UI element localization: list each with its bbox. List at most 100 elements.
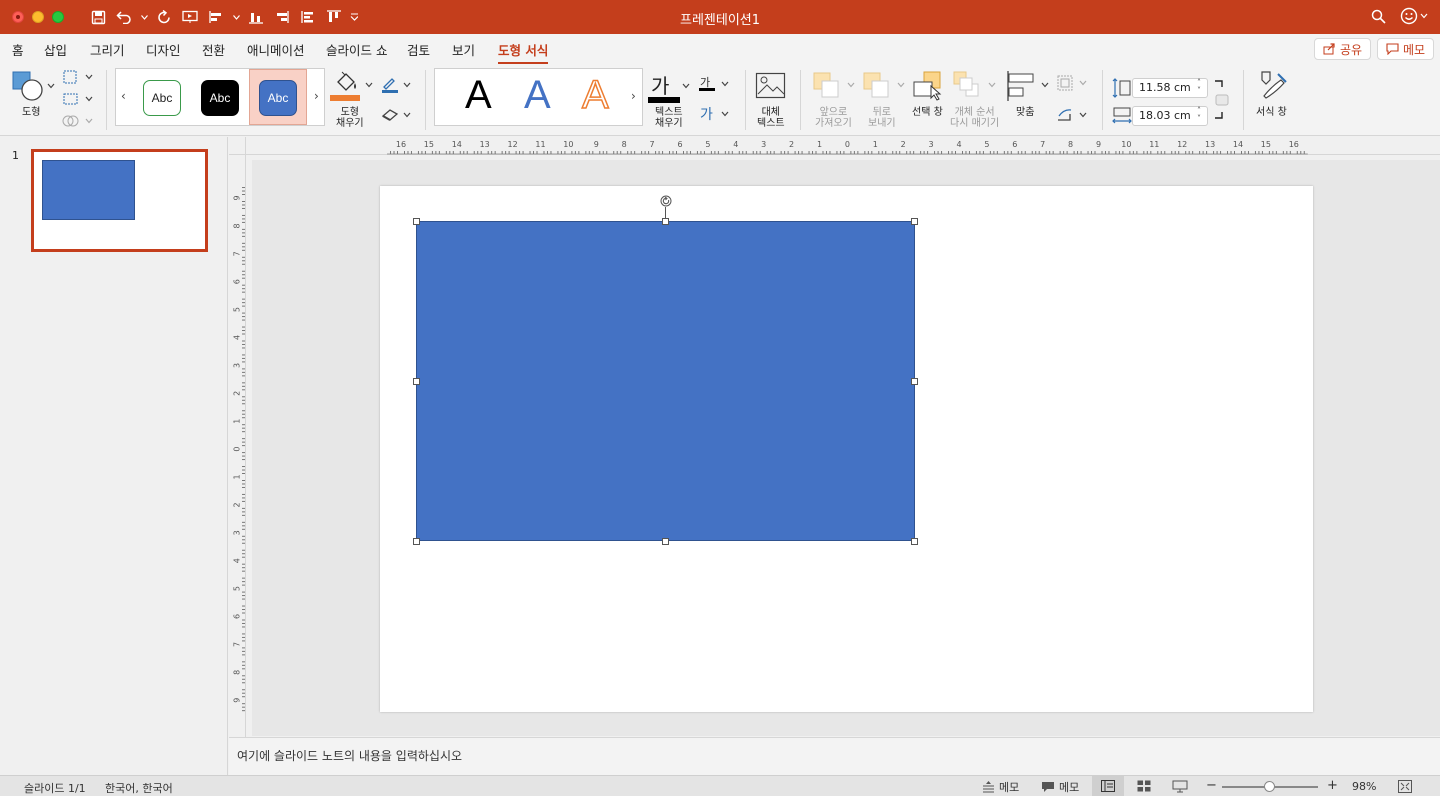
shape-effects-icon[interactable] <box>380 106 414 127</box>
tab-draw[interactable]: 그리기 <box>90 40 125 59</box>
ruler-tick-label: 12 <box>1177 140 1187 149</box>
ruler-tick-label: 2 <box>233 391 242 396</box>
zoom-out-button[interactable]: − <box>1206 778 1217 793</box>
reorder-objects-icon <box>952 70 1000 105</box>
tab-insert[interactable]: 삽입 <box>44 40 67 59</box>
notes-pane[interactable]: 여기에 슬라이드 노트의 내용을 입력하십시오 <box>229 737 1440 775</box>
alt-text-icon <box>755 72 786 99</box>
ruler-tick-label: 8 <box>1068 140 1073 149</box>
presenter-view-icon[interactable] <box>1172 780 1188 796</box>
merge-shapes-icon <box>62 114 94 131</box>
text-fill-glyph: 가 <box>651 74 670 98</box>
tab-slide-show[interactable]: 슬라이드 쇼 <box>326 40 387 59</box>
notes-icon <box>983 781 994 793</box>
title-bar: 프레젠테이션1 <box>0 0 1440 34</box>
gallery-prev-icon[interactable]: ‹ <box>121 89 126 103</box>
share-button[interactable]: 공유 <box>1314 38 1372 60</box>
rotate-handle-icon[interactable] <box>660 195 672 207</box>
wordart-style-blue[interactable]: A <box>524 73 551 118</box>
text-outline-icon[interactable]: 가 <box>698 74 732 97</box>
ruler-tick-label: 9 <box>594 140 599 149</box>
ruler-tick-label: 4 <box>956 140 961 149</box>
group-objects-icon <box>1056 74 1090 95</box>
resize-handle-right[interactable] <box>911 378 918 385</box>
gallery-next-icon[interactable]: › <box>314 89 319 103</box>
text-fill-dropdown-icon <box>682 83 690 89</box>
send-backward-icon <box>862 72 908 105</box>
comment-icon <box>1386 43 1399 55</box>
format-pane-button[interactable] <box>1256 70 1290 105</box>
shape-style-outline[interactable]: Abc <box>143 80 181 116</box>
shape-styles-gallery: ‹ Abc Abc Abc › <box>115 68 325 126</box>
tab-shape-format[interactable]: 도형 서식 <box>498 40 549 65</box>
account-smiley-icon[interactable] <box>1400 7 1428 28</box>
ruler-tick-label: 9 <box>233 698 242 703</box>
ruler-tick-label: 1 <box>233 474 242 479</box>
ruler-tick-label: 6 <box>233 279 242 284</box>
slide-thumbnail-pane: 1 <box>0 137 228 775</box>
comment-button[interactable]: 메모 <box>1377 38 1435 60</box>
shape-style-blue[interactable]: Abc <box>259 80 297 116</box>
shape-outline-icon[interactable] <box>380 76 414 97</box>
ruler-tick-label: 3 <box>233 530 242 535</box>
tab-transitions[interactable]: 전환 <box>202 40 225 59</box>
shapes-icon <box>12 71 55 101</box>
ruler-tick-label: 14 <box>452 140 462 149</box>
align-button[interactable] <box>1006 70 1052 105</box>
zoom-in-button[interactable]: + <box>1327 778 1338 793</box>
text-box-icon[interactable] <box>62 92 94 109</box>
shape-width-spinner[interactable]: ˄ ˅ <box>1197 107 1201 123</box>
slide-sorter-icon[interactable] <box>1137 780 1151 795</box>
svg-text:가: 가 <box>700 107 713 123</box>
tab-design[interactable]: 디자인 <box>146 40 181 59</box>
language-indicator[interactable]: 한국어, 한국어 <box>105 780 173 796</box>
lock-aspect-ratio-icon[interactable] <box>1212 78 1232 129</box>
format-pane-label: 서식 창 <box>1256 107 1287 118</box>
send-backward-label: 뒤로 보내기 <box>868 107 896 129</box>
normal-view-icon <box>1101 780 1115 792</box>
notes-toggle-button[interactable]: 메모 <box>982 779 1019 795</box>
search-icon[interactable] <box>1371 9 1386 27</box>
shape-style-dark[interactable]: Abc <box>201 80 239 116</box>
resize-handle-top[interactable] <box>662 218 669 225</box>
comments-toggle-button[interactable]: 메모 <box>1041 779 1079 795</box>
alt-text-button[interactable] <box>755 72 787 103</box>
edit-shape-icon[interactable] <box>62 70 94 87</box>
selection-pane-button[interactable] <box>912 70 944 105</box>
svg-text:가: 가 <box>700 76 710 89</box>
resize-handle-bottom-right[interactable] <box>911 538 918 545</box>
rotate-objects-icon[interactable] <box>1056 106 1090 127</box>
reorder-objects-label: 개체 순서 다시 매기기 <box>950 107 1000 129</box>
wordart-style-orange-outline[interactable]: A <box>581 72 609 118</box>
format-pane-icon <box>1261 71 1287 99</box>
text-effects-icon[interactable]: 가 <box>698 104 732 127</box>
ribbon: 도형 ‹ Abc Abc Abc › 도형 채우기 A A A › 가 텍스트 … <box>0 64 1440 136</box>
resize-handle-bottom-left[interactable] <box>413 538 420 545</box>
normal-view-button[interactable] <box>1092 776 1124 796</box>
tab-view[interactable]: 보기 <box>452 40 475 59</box>
resize-handle-left[interactable] <box>413 378 420 385</box>
ruler-tick-label: 7 <box>650 140 655 149</box>
shape-height-spinner[interactable]: ˄ ˅ <box>1197 79 1201 95</box>
rectangle-shape[interactable] <box>416 221 915 541</box>
resize-handle-top-left[interactable] <box>413 218 420 225</box>
resize-handle-bottom[interactable] <box>662 538 669 545</box>
zoom-level[interactable]: 98% <box>1352 780 1376 793</box>
wordart-style-black[interactable]: A <box>465 73 492 118</box>
fit-to-window-icon[interactable] <box>1398 780 1412 796</box>
tab-review[interactable]: 검토 <box>407 40 430 59</box>
tab-animations[interactable]: 애니메이션 <box>247 40 305 59</box>
ruler-tick-label: 9 <box>1096 140 1101 149</box>
document-title: 프레젠테이션1 <box>679 13 761 28</box>
text-fill-label: 텍스트 채우기 <box>655 107 683 129</box>
insert-shape-button[interactable] <box>12 70 56 109</box>
shape-fill-button[interactable] <box>330 68 376 107</box>
ruler-tick-label: 7 <box>233 642 242 647</box>
slide-thumbnail[interactable] <box>31 149 208 252</box>
zoom-slider-thumb[interactable] <box>1264 781 1275 792</box>
wordart-next-icon[interactable]: › <box>631 89 636 103</box>
shape-width-icon <box>1112 106 1132 129</box>
tab-home[interactable]: 홈 <box>12 40 24 59</box>
share-label: 공유 <box>1340 42 1363 57</box>
resize-handle-top-right[interactable] <box>911 218 918 225</box>
